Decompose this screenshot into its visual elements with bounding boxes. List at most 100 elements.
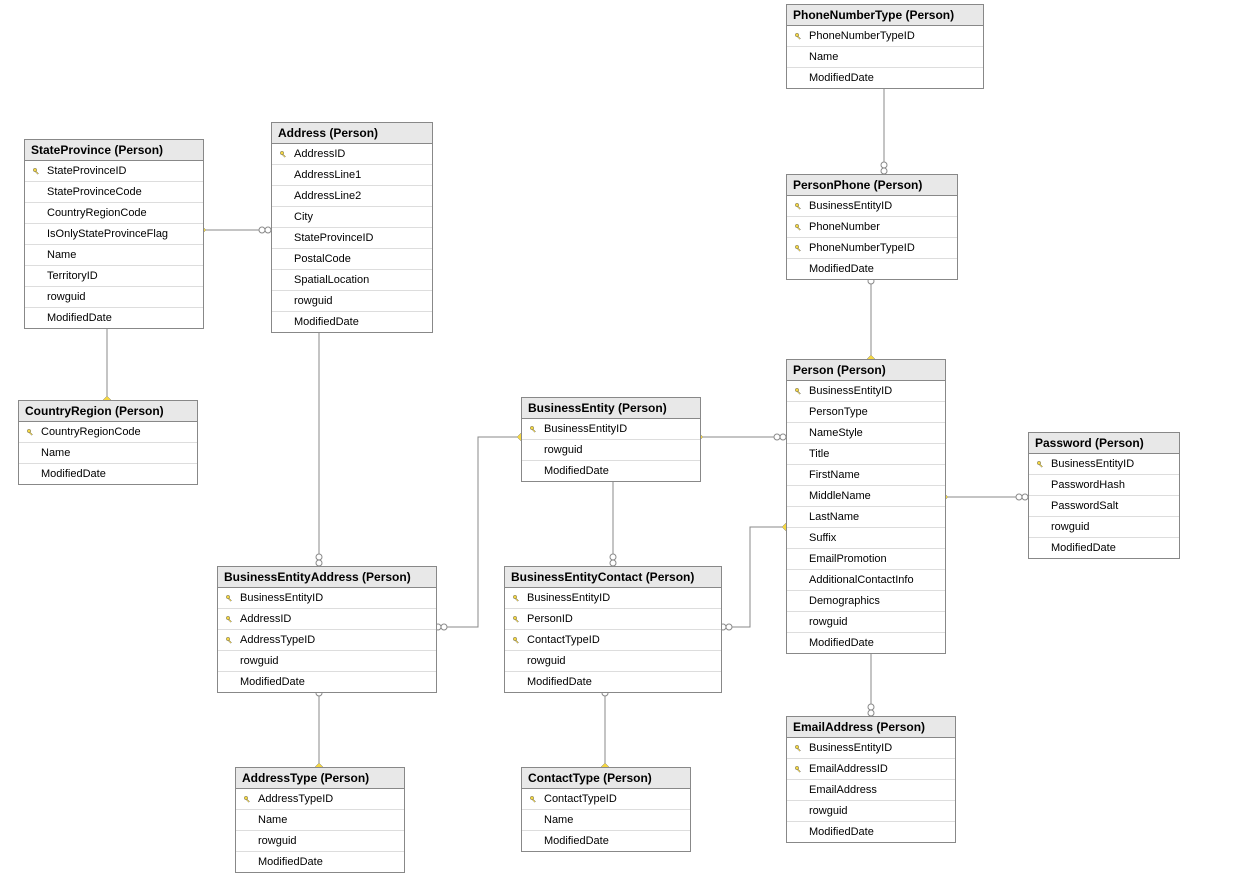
column-row[interactable]: ContactTypeID — [522, 789, 690, 810]
primary-key-icon — [32, 167, 41, 176]
column-row[interactable]: BusinessEntityID — [787, 381, 945, 402]
column-row[interactable]: PostalCode — [272, 249, 432, 270]
column-row[interactable]: PhoneNumberTypeID — [787, 238, 957, 259]
entity-table-countryregion[interactable]: CountryRegion (Person)CountryRegionCodeN… — [18, 400, 198, 485]
column-row[interactable]: AddressLine1 — [272, 165, 432, 186]
entity-table-address[interactable]: Address (Person)AddressIDAddressLine1Add… — [271, 122, 433, 333]
column-row[interactable]: BusinessEntityID — [218, 588, 436, 609]
entity-table-addresstype[interactable]: AddressType (Person)AddressTypeIDNamerow… — [235, 767, 405, 873]
column-name: Name — [254, 814, 287, 826]
entity-columns: ContactTypeIDNameModifiedDate — [522, 789, 690, 851]
column-row[interactable]: rowguid — [787, 612, 945, 633]
column-row[interactable]: CountryRegionCode — [25, 203, 203, 224]
column-name: PhoneNumber — [805, 221, 880, 233]
entity-table-password[interactable]: Password (Person)BusinessEntityIDPasswor… — [1028, 432, 1180, 559]
column-row[interactable]: ModifiedDate — [522, 461, 700, 481]
column-row[interactable]: AddressTypeID — [218, 630, 436, 651]
entity-table-businessentity[interactable]: BusinessEntity (Person)BusinessEntityIDr… — [521, 397, 701, 482]
column-row[interactable]: BusinessEntityID — [787, 196, 957, 217]
column-name: StateProvinceID — [290, 232, 373, 244]
column-row[interactable]: rowguid — [218, 651, 436, 672]
entity-table-contacttype[interactable]: ContactType (Person)ContactTypeIDNameMod… — [521, 767, 691, 852]
column-row[interactable]: EmailAddress — [787, 780, 955, 801]
entity-table-person[interactable]: Person (Person)BusinessEntityIDPersonTyp… — [786, 359, 946, 654]
column-row[interactable]: PhoneNumberTypeID — [787, 26, 983, 47]
column-row[interactable]: City — [272, 207, 432, 228]
column-row[interactable]: EmailAddressID — [787, 759, 955, 780]
column-row[interactable]: ModifiedDate — [522, 831, 690, 851]
column-row[interactable]: ContactTypeID — [505, 630, 721, 651]
key-cell — [509, 615, 523, 624]
column-row[interactable]: PhoneNumber — [787, 217, 957, 238]
column-row[interactable]: BusinessEntityID — [787, 738, 955, 759]
column-row[interactable]: BusinessEntityID — [522, 419, 700, 440]
column-row[interactable]: rowguid — [1029, 517, 1179, 538]
column-name: PersonID — [523, 613, 573, 625]
column-row[interactable]: Name — [25, 245, 203, 266]
column-row[interactable]: StateProvinceID — [25, 161, 203, 182]
column-row[interactable]: BusinessEntityID — [1029, 454, 1179, 475]
column-row[interactable]: ModifiedDate — [272, 312, 432, 332]
column-row[interactable]: CountryRegionCode — [19, 422, 197, 443]
column-name: ModifiedDate — [290, 316, 359, 328]
column-row[interactable]: ModifiedDate — [787, 68, 983, 88]
column-row[interactable]: ModifiedDate — [787, 822, 955, 842]
column-row[interactable]: Name — [787, 47, 983, 68]
column-row[interactable]: AddressID — [218, 609, 436, 630]
column-name: SpatialLocation — [290, 274, 369, 286]
column-row[interactable]: FirstName — [787, 465, 945, 486]
column-row[interactable]: ModifiedDate — [218, 672, 436, 692]
column-row[interactable]: BusinessEntityID — [505, 588, 721, 609]
column-row[interactable]: Title — [787, 444, 945, 465]
column-row[interactable]: NameStyle — [787, 423, 945, 444]
entity-table-businessentitycontact[interactable]: BusinessEntityContact (Person)BusinessEn… — [504, 566, 722, 693]
column-row[interactable]: IsOnlyStateProvinceFlag — [25, 224, 203, 245]
column-name: PersonType — [805, 406, 868, 418]
column-row[interactable]: ModifiedDate — [787, 633, 945, 653]
primary-key-icon — [512, 594, 521, 603]
entity-table-emailaddress[interactable]: EmailAddress (Person)BusinessEntityIDEma… — [786, 716, 956, 843]
column-row[interactable]: rowguid — [236, 831, 404, 852]
column-row[interactable]: rowguid — [787, 801, 955, 822]
column-row[interactable]: PasswordSalt — [1029, 496, 1179, 517]
column-row[interactable]: ModifiedDate — [19, 464, 197, 484]
column-name: rowguid — [805, 805, 848, 817]
column-row[interactable]: Name — [522, 810, 690, 831]
column-row[interactable]: AddressTypeID — [236, 789, 404, 810]
column-row[interactable]: ModifiedDate — [25, 308, 203, 328]
entity-table-stateprovince[interactable]: StateProvince (Person)StateProvinceIDSta… — [24, 139, 204, 329]
column-row[interactable]: rowguid — [522, 440, 700, 461]
column-row[interactable]: StateProvinceID — [272, 228, 432, 249]
column-row[interactable]: rowguid — [272, 291, 432, 312]
entity-table-phonenumbertype[interactable]: PhoneNumberType (Person)PhoneNumberTypeI… — [786, 4, 984, 89]
column-row[interactable]: PersonType — [787, 402, 945, 423]
column-row[interactable]: AdditionalContactInfo — [787, 570, 945, 591]
column-row[interactable]: Suffix — [787, 528, 945, 549]
column-row[interactable]: AddressLine2 — [272, 186, 432, 207]
entity-table-personphone[interactable]: PersonPhone (Person)BusinessEntityIDPhon… — [786, 174, 958, 280]
column-row[interactable]: MiddleName — [787, 486, 945, 507]
column-row[interactable]: PersonID — [505, 609, 721, 630]
column-row[interactable]: EmailPromotion — [787, 549, 945, 570]
column-row[interactable]: SpatialLocation — [272, 270, 432, 291]
column-row[interactable]: ModifiedDate — [236, 852, 404, 872]
column-row[interactable]: rowguid — [505, 651, 721, 672]
column-name: PhoneNumberTypeID — [805, 242, 915, 254]
column-row[interactable]: ModifiedDate — [505, 672, 721, 692]
column-row[interactable]: LastName — [787, 507, 945, 528]
column-row[interactable]: Name — [236, 810, 404, 831]
column-row[interactable]: ModifiedDate — [1029, 538, 1179, 558]
column-row[interactable]: Demographics — [787, 591, 945, 612]
column-row[interactable]: StateProvinceCode — [25, 182, 203, 203]
column-row[interactable]: rowguid — [25, 287, 203, 308]
column-row[interactable]: ModifiedDate — [787, 259, 957, 279]
column-row[interactable]: Name — [19, 443, 197, 464]
column-row[interactable]: PasswordHash — [1029, 475, 1179, 496]
column-name: AddressID — [236, 613, 291, 625]
entity-columns: CountryRegionCodeNameModifiedDate — [19, 422, 197, 484]
column-name: Title — [805, 448, 829, 460]
column-name: ModifiedDate — [805, 263, 874, 275]
entity-table-businessentityaddress[interactable]: BusinessEntityAddress (Person)BusinessEn… — [217, 566, 437, 693]
column-row[interactable]: AddressID — [272, 144, 432, 165]
column-row[interactable]: TerritoryID — [25, 266, 203, 287]
